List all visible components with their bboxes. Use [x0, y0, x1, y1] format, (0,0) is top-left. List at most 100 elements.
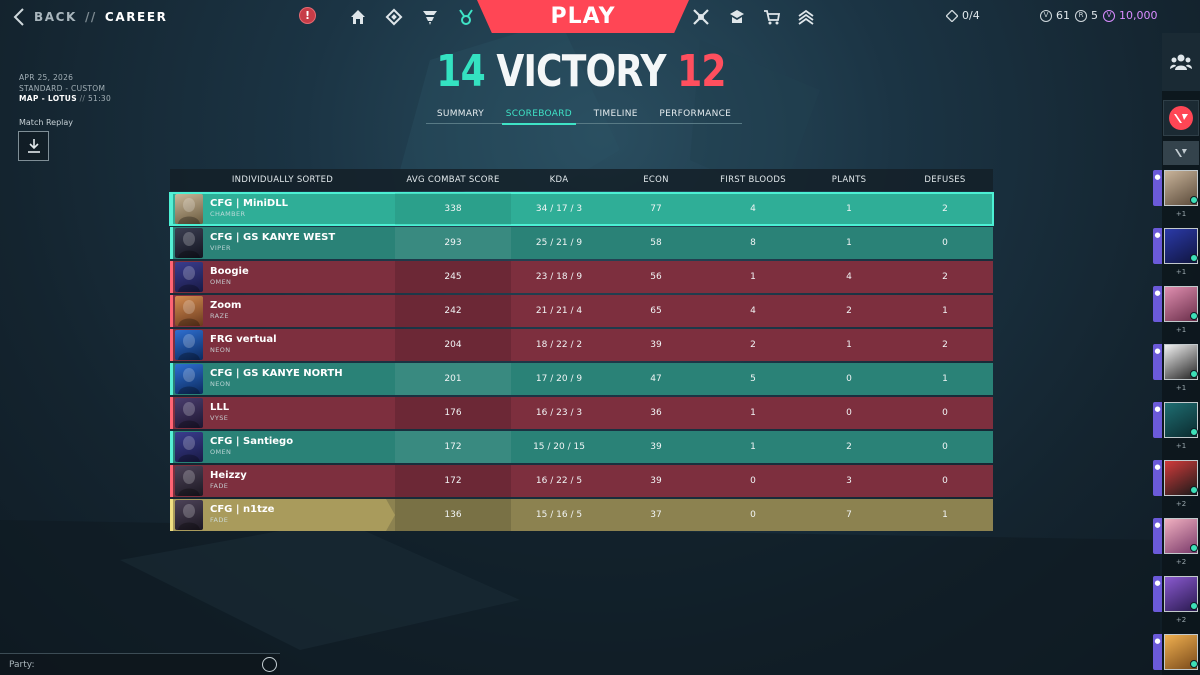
cell-acs: 136	[444, 510, 462, 520]
party-label: Party:	[9, 659, 35, 670]
store-icon[interactable]	[763, 8, 781, 26]
scoreboard-row-self[interactable]: CFG | MiniDLL CHAMBER 338 34 / 17 / 3 77 4 1 2	[169, 192, 994, 226]
player-cell: CFG | Santiego OMEN	[170, 431, 395, 463]
match-replay-label: Match Replay	[19, 118, 74, 127]
scoreboard-row[interactable]: CFG | Santiego OMEN 172 15 / 20 / 15 39 1 2 0	[170, 431, 993, 463]
valorant-points[interactable]: V 10,000	[1103, 9, 1158, 22]
match-map: MAP - LOTUS	[19, 94, 77, 103]
player-names: FRG vertual NEON	[210, 334, 277, 356]
cell-econ: 56	[650, 272, 662, 282]
alert-glyph: !	[304, 9, 311, 22]
team-accent	[170, 363, 173, 395]
tab-timeline[interactable]: TIMELINE	[590, 107, 642, 123]
valorant-status-tile[interactable]	[1163, 100, 1199, 136]
tab-performance[interactable]: PERFORMANCE	[655, 107, 735, 123]
player-name[interactable]: CFG | Santiego	[210, 436, 293, 447]
team-accent	[170, 329, 173, 361]
tab-scoreboard[interactable]: SCOREBOARD	[501, 107, 577, 125]
header-defuses: DEFUSES	[924, 175, 966, 185]
friend-party-count: +1	[1175, 442, 1187, 450]
radianite-points: R 5	[1075, 9, 1098, 22]
cell-kda: 15 / 20 / 15	[533, 442, 585, 452]
player-name[interactable]: LLL	[210, 402, 229, 413]
player-name[interactable]: CFG | GS KANYE WEST	[210, 232, 335, 243]
scoreboard-row[interactable]: Heizzy FADE 172 16 / 22 / 5 39 0 3 0	[170, 465, 993, 497]
cell-econ: 36	[650, 408, 662, 418]
cell-plants: 2	[846, 306, 852, 316]
rank-icon[interactable]	[797, 8, 815, 26]
missions-counter[interactable]: 0/4	[946, 9, 980, 22]
agents-icon[interactable]	[421, 8, 439, 26]
lock-icon: ●	[1153, 170, 1162, 206]
online-status-dot	[1190, 486, 1198, 494]
career-icon[interactable]	[457, 8, 475, 26]
player-names: Heizzy FADE	[210, 470, 247, 492]
cell-defuses: 2	[942, 272, 948, 282]
cell-acs: 293	[444, 238, 462, 248]
player-name[interactable]: CFG | MiniDLL	[210, 198, 288, 209]
cell-defuses: 2	[942, 204, 948, 214]
radianite-value: 5	[1091, 9, 1098, 22]
cell-econ: 39	[650, 340, 662, 350]
cell-acs: 338	[444, 204, 462, 214]
home-icon[interactable]	[349, 8, 367, 26]
scoreboard-row[interactable]: LLL VYSE 176 16 / 23 / 3 36 1 0 0	[170, 397, 993, 429]
premier-icon[interactable]	[728, 8, 746, 26]
party-chat-bar[interactable]: Party:	[0, 653, 280, 675]
player-names: CFG | MiniDLL CHAMBER	[210, 198, 288, 220]
cell-kda: 16 / 22 / 5	[535, 476, 583, 486]
player-name[interactable]: CFG | GS KANYE NORTH	[210, 368, 343, 379]
scoreboard-row[interactable]: Boogie OMEN 245 23 / 18 / 9 56 1 4 2	[170, 261, 993, 293]
battlepass-icon[interactable]	[692, 8, 710, 26]
match-replay-download-button[interactable]	[18, 131, 49, 161]
cell-plants: 0	[846, 408, 852, 418]
scoreboard-row[interactable]: CFG | GS KANYE WEST VIPER 293 25 / 21 / 9 58…	[170, 227, 993, 259]
player-cell: LLL VYSE	[170, 397, 395, 429]
header-first-bloods: FIRST BLOODS	[720, 175, 786, 185]
cell-defuses: 0	[942, 238, 948, 248]
tab-summary[interactable]: SUMMARY	[433, 107, 488, 123]
lock-icon: ●	[1153, 344, 1162, 380]
friend-party-count: +2	[1175, 558, 1187, 566]
cell-plants: 7	[846, 510, 852, 520]
friends-button[interactable]	[1162, 33, 1200, 91]
cell-first-bloods: 2	[750, 340, 756, 350]
play-tab[interactable]: PLAY	[477, 0, 689, 33]
agent-name: VIPER	[210, 244, 231, 252]
cell-econ: 39	[650, 442, 662, 452]
collection-icon[interactable]	[385, 8, 403, 26]
friend-party-count: +1	[1175, 326, 1187, 334]
cell-acs: 201	[444, 374, 462, 384]
scoreboard-row[interactable]: FRG vertual NEON 204 18 / 22 / 2 39 2 1 2	[170, 329, 993, 361]
player-name[interactable]: CFG | n1tze	[210, 504, 274, 515]
cell-defuses: 1	[942, 374, 948, 384]
player-name[interactable]: FRG vertual	[210, 334, 277, 345]
friend-party-count: +2	[1175, 500, 1187, 508]
friend-party-count: +2	[1175, 616, 1187, 624]
riot-status-tile[interactable]	[1163, 141, 1199, 165]
cell-plants: 1	[846, 238, 852, 248]
chat-settings-icon[interactable]	[262, 657, 277, 672]
header-sort[interactable]: INDIVIDUALLY SORTED	[170, 175, 395, 185]
cell-defuses: 0	[942, 476, 948, 486]
valorant-points-value: 10,000	[1119, 9, 1158, 22]
match-score: 14 VICTORY 12	[105, 46, 1058, 97]
scoreboard-table: INDIVIDUALLY SORTED AVG COMBAT SCORE KDA…	[169, 169, 994, 531]
player-name[interactable]: Boogie	[210, 266, 249, 277]
player-names: Boogie OMEN	[210, 266, 249, 288]
scoreboard-row[interactable]: CFG | GS KANYE NORTH NEON 201 17 / 20 / 9 47…	[170, 363, 993, 395]
cell-plants: 1	[846, 204, 852, 214]
player-names: CFG | GS KANYE NORTH NEON	[210, 368, 343, 390]
scoreboard-row[interactable]: CFG | n1tze FADE 136 15 / 16 / 5 37 0 7 1	[170, 499, 993, 531]
cell-econ: 37	[650, 510, 662, 520]
alert-icon[interactable]: !	[299, 7, 316, 24]
scoreboard-header: INDIVIDUALLY SORTED AVG COMBAT SCORE KDA…	[170, 169, 993, 191]
online-status-dot	[1190, 196, 1198, 204]
player-cell: CFG | GS KANYE NORTH NEON	[170, 363, 395, 395]
friend-party-count: +1	[1175, 210, 1187, 218]
scoreboard-row[interactable]: Zoom RAZE 242 21 / 21 / 4 65 4 2 1	[170, 295, 993, 327]
back-button[interactable]: BACK // CAREER	[12, 7, 168, 27]
player-name[interactable]: Heizzy	[210, 470, 247, 481]
agent-name: RAZE	[210, 312, 229, 320]
player-name[interactable]: Zoom	[210, 300, 241, 311]
